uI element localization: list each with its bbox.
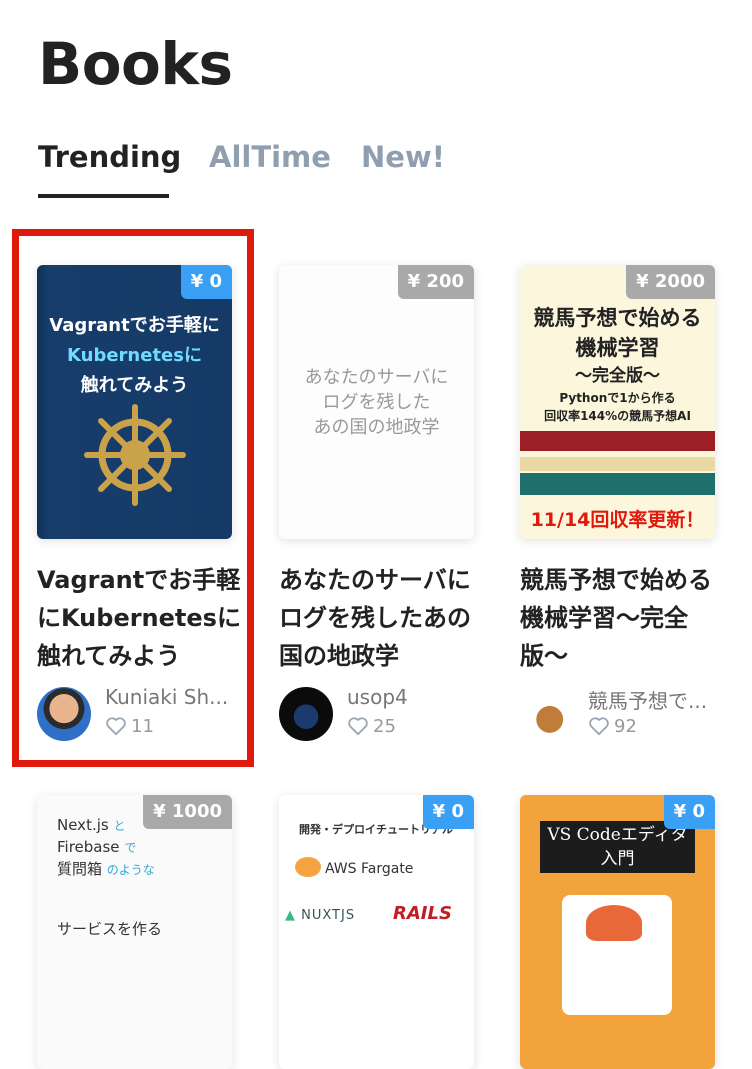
book-cover[interactable]: Vagrantでお手軽に Kubernetesに 触れてみよう ¥ 0 xyxy=(37,265,232,539)
tab-bar: Trending AllTime New! xyxy=(38,140,738,198)
heart-outline-icon xyxy=(589,717,609,736)
cover-text: ▲ NUXTJS xyxy=(285,908,356,923)
like-count: 11 xyxy=(105,716,154,737)
cover-text: 11/14回収率更新！ xyxy=(530,509,705,531)
like-count: 92 xyxy=(588,716,637,737)
book-cover[interactable]: 競馬予想で始める 機械学習 〜完全版〜 Pythonで1から作る 回収率144%… xyxy=(520,265,715,539)
cover-text: AWS Fargate xyxy=(325,861,414,877)
price-badge: ¥ 0 xyxy=(663,795,715,829)
avatar[interactable] xyxy=(520,687,574,741)
cover-text: Next.js と Firebase で 質問箱 のような サービスを作る xyxy=(57,816,163,938)
book-title[interactable]: Vagrantでお手軽にKubernetesに触れてみよう xyxy=(37,561,252,675)
price-badge: ¥ 2000 xyxy=(626,265,715,299)
tab-new[interactable]: New! xyxy=(361,140,445,174)
price-badge: ¥ 200 xyxy=(397,265,474,299)
price-badge: ¥ 1000 xyxy=(143,795,232,829)
cover-stripe xyxy=(520,457,715,471)
heart-outline-icon xyxy=(348,717,368,736)
author-row: usop4 25 xyxy=(279,685,494,743)
like-count: 25 xyxy=(347,716,396,737)
tab-alltime[interactable]: AllTime xyxy=(209,140,331,174)
avatar[interactable] xyxy=(37,687,91,741)
cover-stripe xyxy=(520,473,715,495)
cover-text: Vagrantでお手軽に Kubernetesに 触れてみよう xyxy=(49,315,220,396)
avatar[interactable] xyxy=(279,687,333,741)
ship-wheel-icon xyxy=(84,404,186,506)
book-cover[interactable]: VS Codeエディタ 入門 ¥ 0 xyxy=(520,795,715,1069)
price-badge: ¥ 0 xyxy=(422,795,474,829)
book-cover[interactable]: Next.js と Firebase で 質問箱 のような サービスを作る ¥ … xyxy=(37,795,232,1069)
cover-stripe xyxy=(520,431,715,451)
cover-text: RAILS xyxy=(393,903,452,924)
book-cover[interactable]: あなたのサーバに ログを残した あの国の地政学 ¥ 200 xyxy=(279,265,474,539)
character-hat xyxy=(586,905,642,941)
author-name[interactable]: usop4 xyxy=(347,685,477,709)
book-title[interactable]: 競馬予想で始める機械学習〜完全版〜 xyxy=(520,561,735,675)
author-name[interactable]: 競馬予想で... xyxy=(588,685,718,714)
page-title: Books xyxy=(38,30,233,98)
author-name[interactable]: Kuniaki Sh... xyxy=(105,685,235,709)
author-row: Kuniaki Sh... 11 xyxy=(37,685,252,743)
heart-outline-icon xyxy=(106,717,126,736)
active-tab-indicator xyxy=(38,194,169,198)
fargate-logo xyxy=(295,857,321,877)
author-row: 競馬予想で... 92 xyxy=(520,687,735,743)
price-badge: ¥ 0 xyxy=(180,265,232,299)
book-cover[interactable]: 開発・デプロイチュートリアル AWS Fargate ▲ NUXTJS RAIL… xyxy=(279,795,474,1069)
cover-text: あなたのサーバに ログを残した あの国の地政学 xyxy=(304,367,449,438)
tab-trending[interactable]: Trending xyxy=(38,140,181,174)
book-title[interactable]: あなたのサーバにログを残したあの国の地政学 xyxy=(279,561,494,675)
cover-text: 競馬予想で始める 機械学習 〜完全版〜 Pythonで1から作る 回収率144%… xyxy=(533,306,702,423)
